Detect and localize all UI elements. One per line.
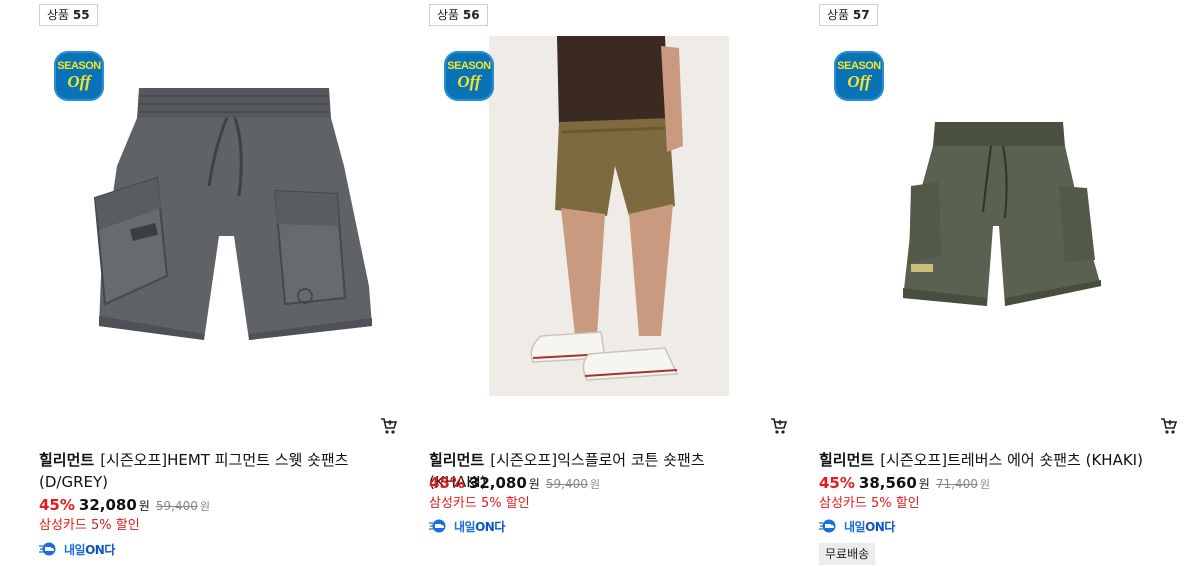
product-grid: 상품 55 SEASON Off 힐리먼트 [시즌오프]HEMT 피그먼트 스웻… [0,0,1193,566]
season-off-badge: SEASON Off [834,51,884,101]
brand-name: 힐리먼트 [819,451,875,469]
cart-icon[interactable] [1159,416,1179,436]
original-price: 71,400 [935,477,978,491]
card-discount-text: 삼성카드 5% 할인 [39,518,140,533]
product-title[interactable]: 힐리먼트 [시즌오프]HEMT 피그먼트 스웻 숏팬츠 (D/GREY) [39,449,369,493]
sale-price: 38,560 [858,474,917,492]
product-number-badge: 상품 55 [39,4,98,26]
original-price: 59,400 [545,477,588,491]
product-card[interactable]: 상품 56 SEASON Off 힐리먼트 [시즌오프]익스플로어 코튼 숏팬츠… [429,0,789,566]
brand-name: 힐리먼트 [39,451,95,469]
sale-price: 32,080 [78,496,137,514]
discount-rate: 45% [39,496,75,514]
tomorrow-delivery-badge: 내일ON다 [39,540,115,558]
discount-rate: 45% [429,474,465,492]
season-off-badge: SEASON Off [54,51,104,101]
free-shipping-badge: 무료배송 [819,543,876,565]
card-discount-text: 삼성카드 5% 할인 [819,496,920,511]
product-card[interactable]: 상품 57 SEASON Off 힐리먼트 [시즌오프]트레버스 에어 숏팬츠 (… [819,0,1179,566]
product-title[interactable]: 힐리먼트 [시즌오프]트레버스 에어 숏팬츠 (KHAKI) [819,449,1149,471]
tomorrow-delivery-badge: 내일ON다 [819,517,895,535]
product-name: [시즌오프]트레버스 에어 숏팬츠 (KHAKI) [880,451,1143,469]
product-card[interactable]: 상품 55 SEASON Off 힐리먼트 [시즌오프]HEMT 피그먼트 스웻… [39,0,399,566]
brand-name: 힐리먼트 [429,451,485,469]
product-number-badge: 상품 57 [819,4,878,26]
card-discount-text: 삼성카드 5% 할인 [429,496,530,511]
delivery-truck-icon [429,519,446,533]
sale-price: 32,080 [468,474,527,492]
original-price: 59,400 [155,499,198,513]
discount-rate: 45% [819,474,855,492]
delivery-truck-icon [819,519,836,533]
cart-icon[interactable] [379,416,399,436]
tomorrow-delivery-badge: 내일ON다 [429,517,505,535]
cart-icon[interactable] [769,416,789,436]
product-number-badge: 상품 56 [429,4,488,26]
season-off-badge: SEASON Off [444,51,494,101]
delivery-truck-icon [39,542,56,556]
